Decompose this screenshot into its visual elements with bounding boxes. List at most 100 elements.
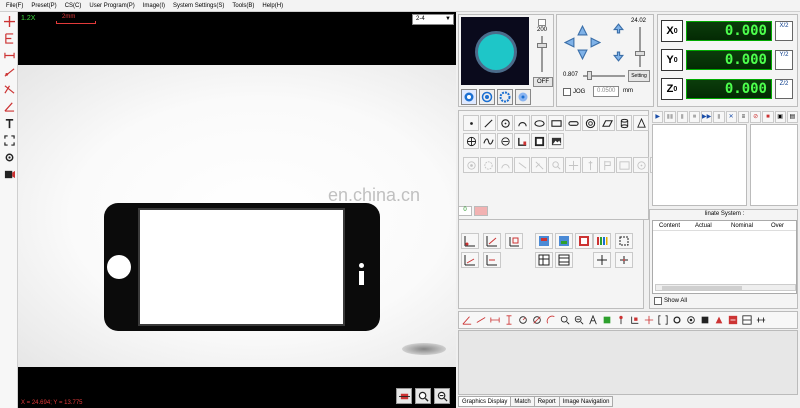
ellipse-icon[interactable] xyxy=(531,115,547,131)
line-icon[interactable] xyxy=(480,115,496,131)
slot-icon[interactable] xyxy=(565,115,581,131)
frame-select-icon[interactable] xyxy=(615,233,633,249)
graphics-display[interactable] xyxy=(458,330,798,395)
g-stack-icon[interactable] xyxy=(740,313,753,327)
angle-icon[interactable] xyxy=(1,99,17,114)
sphere-icon[interactable] xyxy=(463,133,479,149)
coord-copy-icon[interactable] xyxy=(575,233,593,249)
auto-zoom-icon[interactable] xyxy=(548,157,564,173)
image-edit-icon[interactable] xyxy=(531,133,547,149)
jog-checkbox[interactable]: JOG xyxy=(563,88,585,96)
line-tool-icon[interactable] xyxy=(1,65,17,80)
auto-arc-icon[interactable] xyxy=(497,157,513,173)
edge-icon[interactable] xyxy=(1,31,17,46)
g-cross-icon[interactable] xyxy=(642,313,655,327)
measure-cross-icon[interactable] xyxy=(593,252,611,268)
contour-light-icon[interactable] xyxy=(515,89,531,105)
arrow-down-icon[interactable] xyxy=(577,49,588,60)
segment-light-icon[interactable] xyxy=(497,89,513,105)
circle-icon[interactable] xyxy=(497,115,513,131)
cylinder-icon[interactable] xyxy=(616,115,632,131)
g-scale-icon[interactable] xyxy=(754,313,767,327)
coord-table-icon[interactable] xyxy=(535,252,553,268)
z-half-button[interactable]: Z/2 xyxy=(775,79,793,99)
menu-system-settings[interactable]: System Settings(S) xyxy=(173,3,224,9)
show-all-checkbox[interactable]: Show All xyxy=(654,297,687,305)
cone-icon[interactable] xyxy=(633,115,649,131)
point-icon[interactable] xyxy=(463,115,479,131)
auto-pin-icon[interactable] xyxy=(582,157,598,173)
plane-icon[interactable] xyxy=(599,115,615,131)
auto-ring-icon[interactable] xyxy=(480,157,496,173)
list-icon[interactable]: ≡ xyxy=(737,110,749,123)
record-icon[interactable] xyxy=(1,167,17,182)
cancel-icon[interactable]: ⊘ xyxy=(750,110,762,123)
menu-user-program[interactable]: User Program(P) xyxy=(89,3,134,9)
export-icon[interactable]: ▤ xyxy=(786,110,798,123)
text-icon[interactable] xyxy=(1,116,17,131)
menu-help[interactable]: Help(H) xyxy=(262,3,283,9)
origin-icon[interactable] xyxy=(461,233,479,249)
g-angle-icon[interactable] xyxy=(460,313,473,327)
ring-light-icon[interactable] xyxy=(461,89,477,105)
g-layer-icon[interactable] xyxy=(600,313,613,327)
rectangle-icon[interactable] xyxy=(548,115,564,131)
offset-icon[interactable] xyxy=(483,252,501,268)
program-list[interactable] xyxy=(652,124,747,206)
grid-point-icon[interactable] xyxy=(615,252,633,268)
g-shape-icon[interactable] xyxy=(712,313,725,327)
zoom-out-icon[interactable] xyxy=(434,388,450,404)
skip-icon[interactable]: ▮ xyxy=(713,110,725,123)
distance-icon[interactable] xyxy=(1,48,17,63)
g-bracket-icon[interactable] xyxy=(656,313,669,327)
g-arc-icon[interactable] xyxy=(544,313,557,327)
print-icon[interactable]: ▣ xyxy=(774,110,786,123)
g-zoom-in-icon[interactable] xyxy=(558,313,571,327)
play-icon[interactable]: ▶ xyxy=(652,110,664,123)
z-up-icon[interactable] xyxy=(613,23,624,34)
arrow-right-icon[interactable] xyxy=(590,37,601,48)
shift-icon[interactable] xyxy=(461,252,479,268)
coord-save-icon[interactable] xyxy=(535,233,553,249)
z-down-icon[interactable] xyxy=(613,51,624,62)
align-icon[interactable] xyxy=(483,233,501,249)
rotate-icon[interactable] xyxy=(505,233,523,249)
zoom-in-icon[interactable] xyxy=(415,388,431,404)
crosshair-icon[interactable] xyxy=(1,14,17,29)
stop-icon[interactable]: ■ xyxy=(688,110,700,123)
curve-icon[interactable] xyxy=(480,133,496,149)
tab-image-navigation[interactable]: Image Navigation xyxy=(558,396,614,407)
angle-line-icon[interactable] xyxy=(1,82,17,97)
x-half-button[interactable]: X/2 xyxy=(775,21,793,41)
g-diameter-icon[interactable] xyxy=(530,313,543,327)
menu-cs[interactable]: CS(C) xyxy=(65,3,82,9)
auto-cross-icon[interactable] xyxy=(565,157,581,173)
arrow-up-icon[interactable] xyxy=(577,25,588,36)
light-off-button[interactable]: OFF xyxy=(533,77,553,87)
move-icon[interactable] xyxy=(396,388,412,404)
coordinate-table[interactable]: Content Actual Nominal Over xyxy=(652,220,797,294)
coord-load-icon[interactable] xyxy=(555,233,573,249)
table-scrollbar[interactable] xyxy=(655,284,796,291)
pause-icon[interactable]: ▮▮ xyxy=(664,110,676,123)
arc-icon[interactable] xyxy=(514,115,530,131)
picture-icon[interactable] xyxy=(548,133,564,149)
small-tab-zero[interactable]: 0 xyxy=(458,206,472,216)
g-radius-icon[interactable] xyxy=(516,313,529,327)
g-pin-icon[interactable] xyxy=(614,313,627,327)
surface-light-icon[interactable] xyxy=(479,89,495,105)
z-speed-slider[interactable] xyxy=(639,27,641,67)
contour-icon[interactable] xyxy=(497,133,513,149)
menu-tools[interactable]: Tools(B) xyxy=(232,3,254,9)
program-detail-list[interactable] xyxy=(750,124,798,206)
g-distance-icon[interactable] xyxy=(488,313,501,327)
setting-button[interactable]: Setting xyxy=(628,70,650,82)
save-icon[interactable]: ■ xyxy=(762,110,774,123)
arrow-left-icon[interactable] xyxy=(564,37,575,48)
g-settings-icon[interactable] xyxy=(726,313,739,327)
auto-line-icon[interactable] xyxy=(514,157,530,173)
step-input[interactable]: 0.0500 xyxy=(593,86,619,97)
coord-grid-icon[interactable] xyxy=(555,252,573,268)
tab-graphics-display[interactable]: Graphics Display xyxy=(458,396,512,407)
tools-icon[interactable]: ✕ xyxy=(725,110,737,123)
